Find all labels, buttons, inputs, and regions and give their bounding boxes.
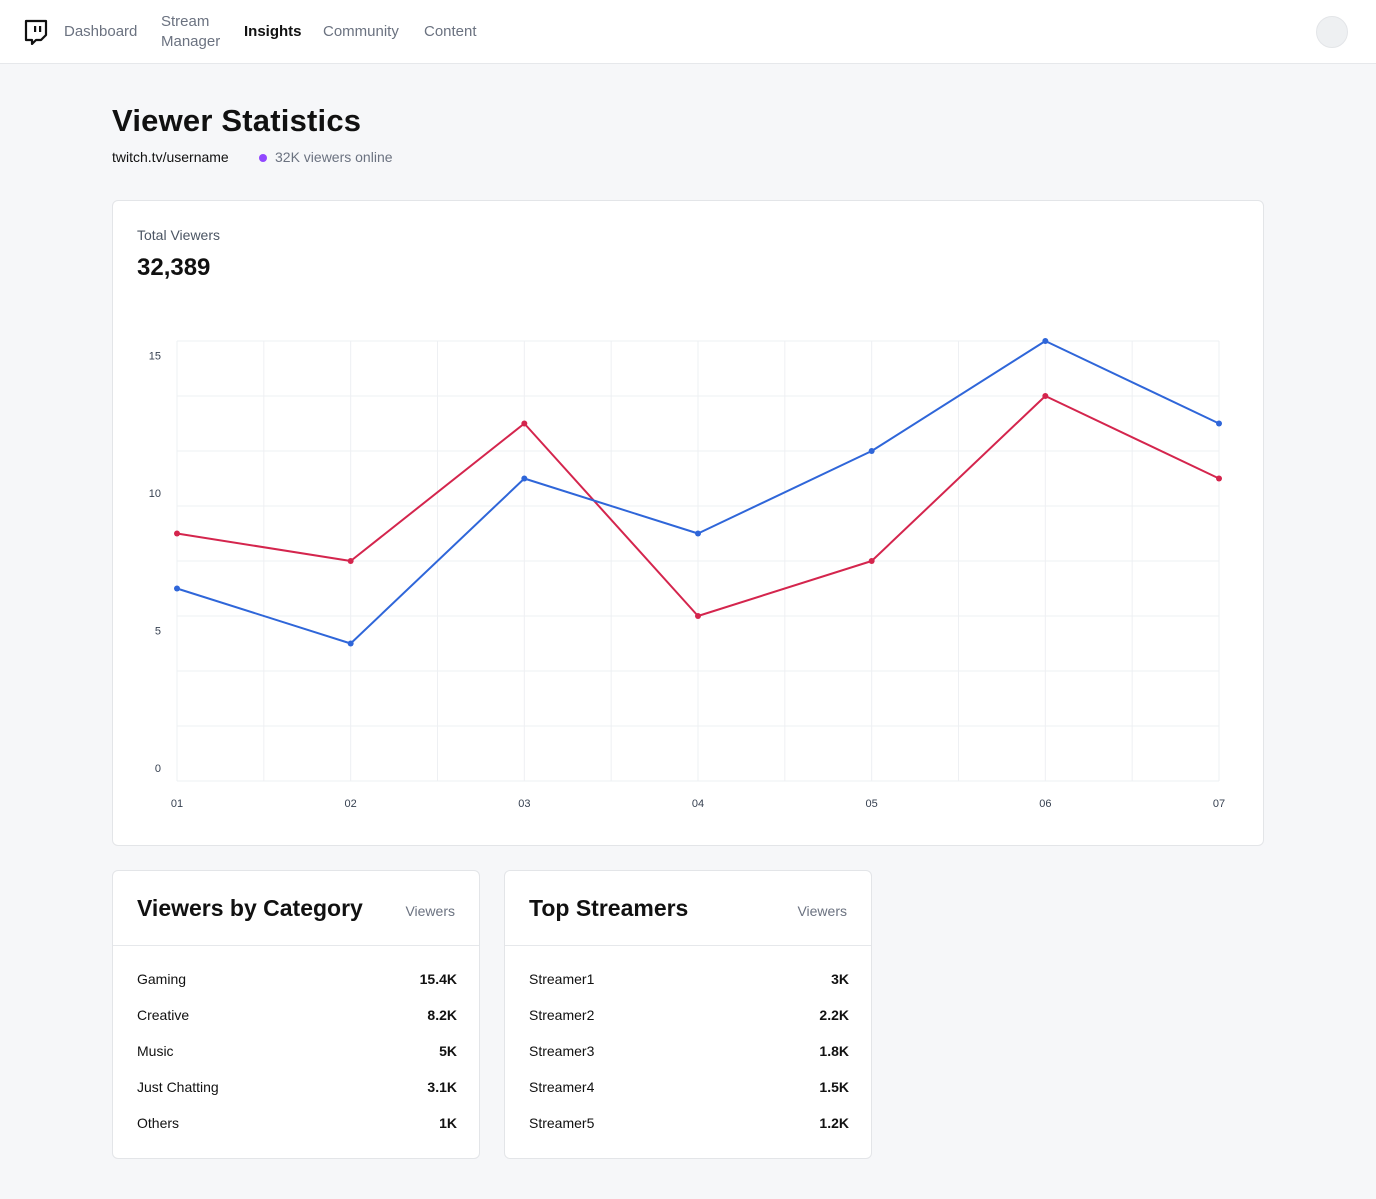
- list-item: Streamer2 2.2K: [529, 1007, 849, 1027]
- category-viewers: 8.2K: [427, 1007, 457, 1023]
- data-point: [868, 558, 875, 564]
- data-point: [1042, 393, 1049, 399]
- list-item: Others 1K: [137, 1115, 457, 1135]
- data-point: [174, 585, 180, 592]
- category-viewers: 1K: [439, 1115, 457, 1131]
- category-name: Just Chatting: [137, 1079, 219, 1095]
- x-axis-tick-label: 06: [1039, 798, 1051, 810]
- online-viewers-text: 32K viewers online: [275, 149, 393, 165]
- nav-stream-manager[interactable]: Stream Manager: [161, 12, 231, 52]
- streamer-name[interactable]: Streamer5: [529, 1115, 594, 1131]
- data-point: [174, 530, 180, 537]
- list-item: Creative 8.2K: [137, 1007, 457, 1027]
- streamers-card-title: Top Streamers: [529, 895, 689, 921]
- x-axis-tick-label: 02: [345, 798, 357, 810]
- streamer-name[interactable]: Streamer1: [529, 971, 594, 987]
- streamers-card-header: Top Streamers Viewers: [505, 871, 871, 946]
- list-item: Gaming 15.4K: [137, 971, 457, 991]
- data-point: [521, 420, 528, 427]
- streamer-viewers: 1.8K: [819, 1043, 849, 1059]
- list-item: Streamer1 3K: [529, 971, 849, 991]
- data-point: [1216, 420, 1222, 427]
- twitch-logo-icon[interactable]: [24, 19, 48, 45]
- online-status-dot: [259, 154, 267, 162]
- nav-insights[interactable]: Insights: [244, 22, 302, 42]
- x-axis-tick-label: 04: [692, 798, 704, 810]
- category-column-header: Viewers: [405, 903, 455, 919]
- list-item: Music 5K: [137, 1043, 457, 1063]
- list-item: Streamer3 1.8K: [529, 1043, 849, 1063]
- y-axis-tick-label: 10: [149, 488, 161, 500]
- data-point: [868, 448, 875, 454]
- total-viewers-card: Total Viewers 32,389 0 5 10 15 01 02 03 04 05 06 0…: [112, 200, 1264, 846]
- streamer-viewers: 3K: [831, 971, 849, 987]
- streamer-name[interactable]: Streamer3: [529, 1043, 594, 1059]
- data-point: [695, 530, 701, 537]
- streamer-name[interactable]: Streamer4: [529, 1079, 594, 1095]
- nav-content[interactable]: Content: [424, 22, 477, 42]
- data-point: [521, 475, 528, 482]
- category-name: Others: [137, 1115, 180, 1131]
- category-card-header: Viewers by Category Viewers: [113, 871, 479, 946]
- category-name: Gaming: [137, 971, 187, 987]
- data-point: [1042, 338, 1049, 344]
- data-point: [347, 640, 354, 647]
- y-axis-tick-label: 0: [155, 763, 161, 775]
- streamers-column-header: Viewers: [797, 903, 847, 919]
- category-viewers: 5K: [439, 1043, 457, 1059]
- category-name: Creative: [137, 1007, 190, 1023]
- category-name: Music: [137, 1043, 174, 1059]
- category-viewers: 15.4K: [419, 971, 457, 987]
- x-axis-tick-label: 03: [518, 798, 530, 810]
- viewers-by-category-card: Viewers by Category Viewers Gaming 15.4K…: [112, 870, 480, 1159]
- top-navigation: Dashboard Stream Manager Insights Commun…: [0, 0, 1376, 64]
- user-avatar[interactable]: [1316, 16, 1348, 48]
- top-streamers-card: Top Streamers Viewers Streamer1 3K Strea…: [504, 870, 872, 1159]
- streamer-name[interactable]: Streamer2: [529, 1007, 594, 1023]
- x-axis-tick-label: 07: [1213, 798, 1225, 810]
- y-axis-tick-label: 15: [149, 351, 161, 363]
- nav-dashboard[interactable]: Dashboard: [64, 22, 137, 42]
- list-item: Streamer4 1.5K: [529, 1079, 849, 1099]
- streamer-viewers: 1.5K: [819, 1079, 849, 1095]
- streamer-viewers: 1.2K: [819, 1115, 849, 1131]
- data-point: [695, 613, 701, 619]
- streamer-viewers: 2.2K: [819, 1007, 849, 1023]
- data-point: [1216, 475, 1222, 482]
- nav-community[interactable]: Community: [323, 22, 399, 42]
- page-title: Viewer Statistics: [112, 103, 362, 138]
- x-axis-tick-label: 01: [171, 798, 183, 810]
- channel-link[interactable]: twitch.tv/username: [112, 149, 229, 165]
- list-item: Streamer5 1.2K: [529, 1115, 849, 1135]
- y-axis-tick-label: 5: [155, 626, 161, 638]
- x-axis-tick-label: 05: [866, 798, 878, 810]
- viewers-line-chart: 05101501 02 03 04 05 06 07: [149, 338, 1225, 810]
- data-point: [347, 558, 354, 564]
- list-item: Just Chatting 3.1K: [137, 1079, 457, 1099]
- category-viewers: 3.1K: [427, 1079, 457, 1095]
- category-card-title: Viewers by Category: [137, 895, 363, 921]
